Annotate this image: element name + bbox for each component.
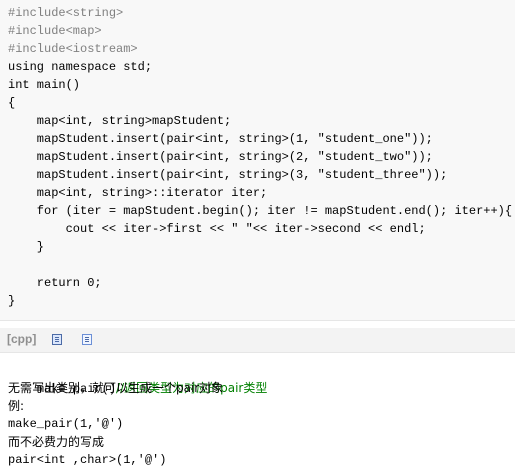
code-line-6: { <box>8 96 16 110</box>
language-label: [cpp] <box>7 332 37 346</box>
code-line-3: #include<iostream> <box>8 42 138 56</box>
notes-block: make_pair()//返回类型为对应的pair类型 无需写出类别，就可以生成… <box>0 353 515 467</box>
code-line-5: int main() <box>8 78 81 92</box>
view-plain-icon[interactable] <box>52 334 62 345</box>
code-line-11: map<int, string>::iterator iter; <box>8 186 268 200</box>
code-line-10: mapStudent.insert(pair<int, string>(3, "… <box>8 168 448 182</box>
notes-line-6: pair<int ,char>(1,'@') <box>8 453 167 467</box>
code-toolbar: [cpp] <box>0 328 515 352</box>
notes-line-3: 例: <box>8 399 25 413</box>
copy-icon[interactable] <box>82 334 92 345</box>
code-line-1: #include<string> <box>8 6 124 20</box>
code-line-9: mapStudent.insert(pair<int, string>(2, "… <box>8 150 433 164</box>
code-line-8: mapStudent.insert(pair<int, string>(1, "… <box>8 132 433 146</box>
code-line-2: #include<map> <box>8 24 102 38</box>
notes-line-4: make_pair(1,'@') <box>8 417 124 431</box>
code-line-7: map<int, string>mapStudent; <box>8 114 232 128</box>
code-line-17: } <box>8 294 16 308</box>
code-line-4: using namespace std; <box>8 60 153 74</box>
code-line-12: for (iter = mapStudent.begin(); iter != … <box>8 204 513 218</box>
divider-top <box>0 320 515 321</box>
code-block: #include<string> #include<map> #include<… <box>0 0 515 320</box>
notes-line-5: 而不必费力的写成 <box>8 435 105 449</box>
code-line-13: cout << iter->first << " "<< iter->secon… <box>8 222 426 236</box>
notes-line-2: 无需写出类别，就可以生成一个pair对象 <box>8 381 224 395</box>
code-line-14: } <box>8 240 45 254</box>
notes-line-1: make_pair()//返回类型为对应的pair类型 <box>8 361 268 396</box>
code-line-16: return 0; <box>8 276 102 290</box>
